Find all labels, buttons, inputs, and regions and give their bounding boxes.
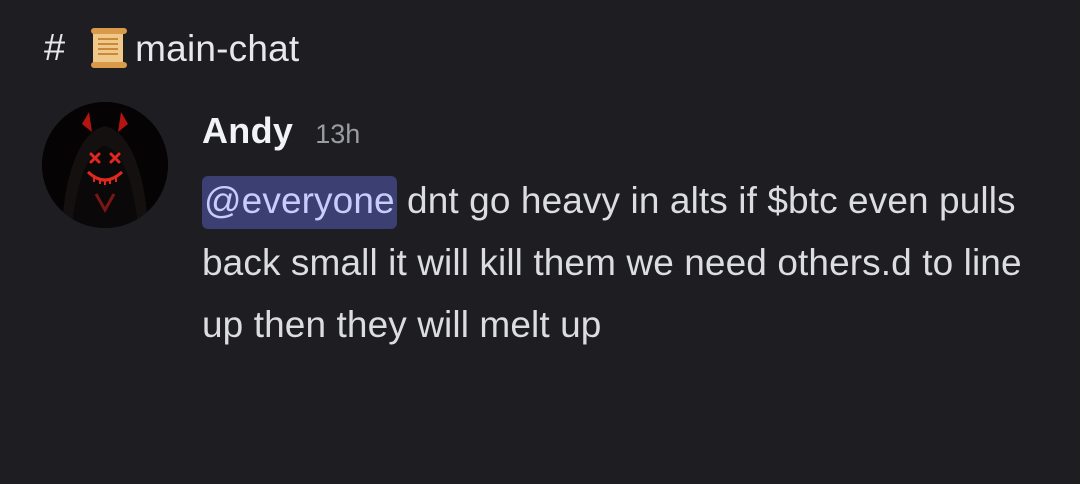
author-name[interactable]: Andy [202,110,293,152]
avatar[interactable] [42,102,168,228]
message-header: Andy 13h [202,110,1022,158]
channel-header[interactable]: # main-chat [44,24,299,72]
scroll-icon [87,26,131,70]
message-timestamp: 13h [315,119,361,149]
channel-name: main-chat [135,27,300,69]
hash-icon: # [44,27,66,69]
message-body: Andy 13h @everyone dnt go heavy in alts … [202,110,1022,356]
mention-everyone[interactable]: @everyone [202,176,397,229]
message-content: @everyone dnt go heavy in alts if $btc e… [202,170,1022,356]
